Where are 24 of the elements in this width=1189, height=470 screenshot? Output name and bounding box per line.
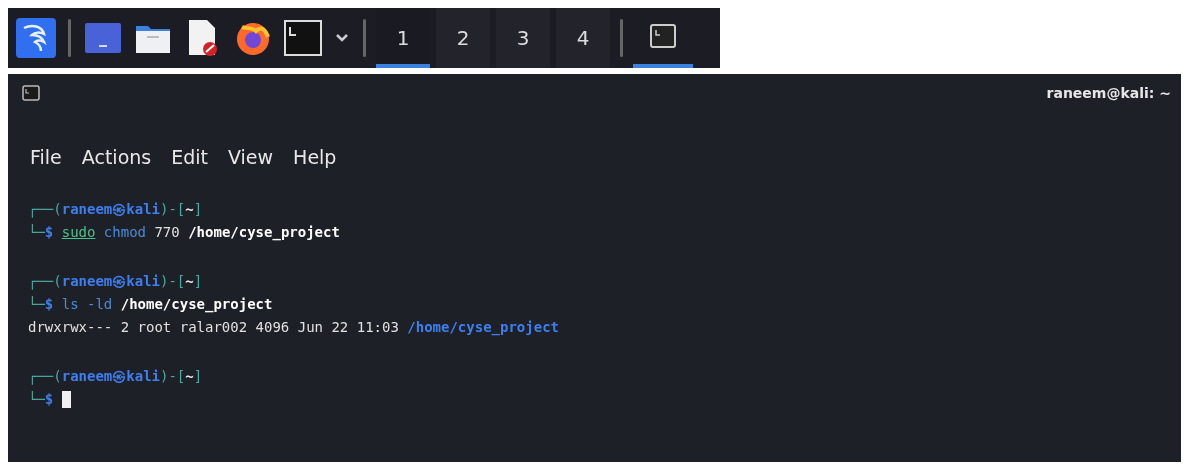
command-line: └─$: [28, 390, 55, 409]
menu-item[interactable]: View: [220, 144, 282, 170]
menu-item[interactable]: Edit: [163, 144, 216, 170]
output-line: drwxrwx--- 2 root ralar002 4096 Jun 22 11:03 /home/cyse_project: [28, 318, 559, 338]
terminal-icon: [650, 24, 676, 48]
command-line: └─$ ls -ld /home/cyse_project: [28, 295, 273, 315]
menu-item[interactable]: Help: [285, 144, 345, 170]
dragon-launcher[interactable]: [14, 16, 58, 60]
terminal-icon: [284, 20, 322, 56]
window-title: raneem@kali: ~: [1046, 85, 1171, 101]
document-icon: [187, 19, 219, 57]
prompt-line: ┌──(raneem㉿kali)-[~]: [28, 272, 203, 292]
workspace-tab[interactable]: 3: [496, 8, 550, 68]
prompt-line: ┌──(raneem㉿kali)-[~]: [28, 200, 203, 220]
dragon-icon: [16, 18, 56, 58]
window-icon: [85, 23, 121, 53]
terminal-icon: [22, 85, 40, 101]
menu-item[interactable]: Actions: [73, 144, 160, 170]
workspace-tab[interactable]: 2: [436, 8, 490, 68]
prompt-line: ┌──(raneem㉿kali)-[~]: [28, 367, 203, 387]
menu-item[interactable]: File: [22, 144, 70, 170]
workspace-tab[interactable]: 4: [556, 8, 610, 68]
command-line: └─$ sudo chmod 770 /home/cyse_project: [28, 223, 340, 243]
chevron-down-icon: [335, 33, 349, 43]
